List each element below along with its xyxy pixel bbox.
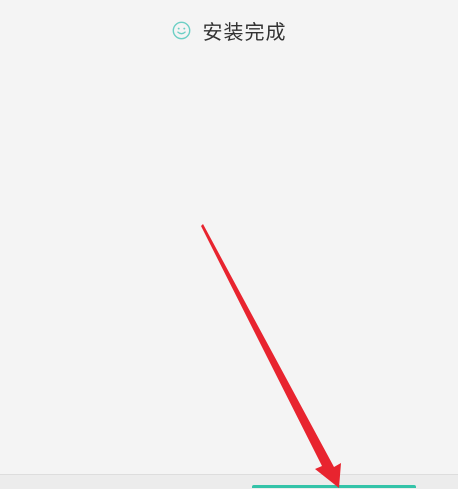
install-complete-text: 安装完成 [202,19,287,44]
smile-icon [172,21,191,40]
install-status: 安装完成 [0,16,458,44]
red-arrow-annotation [201,224,341,488]
install-complete-screen: 安装完成 [0,0,458,489]
